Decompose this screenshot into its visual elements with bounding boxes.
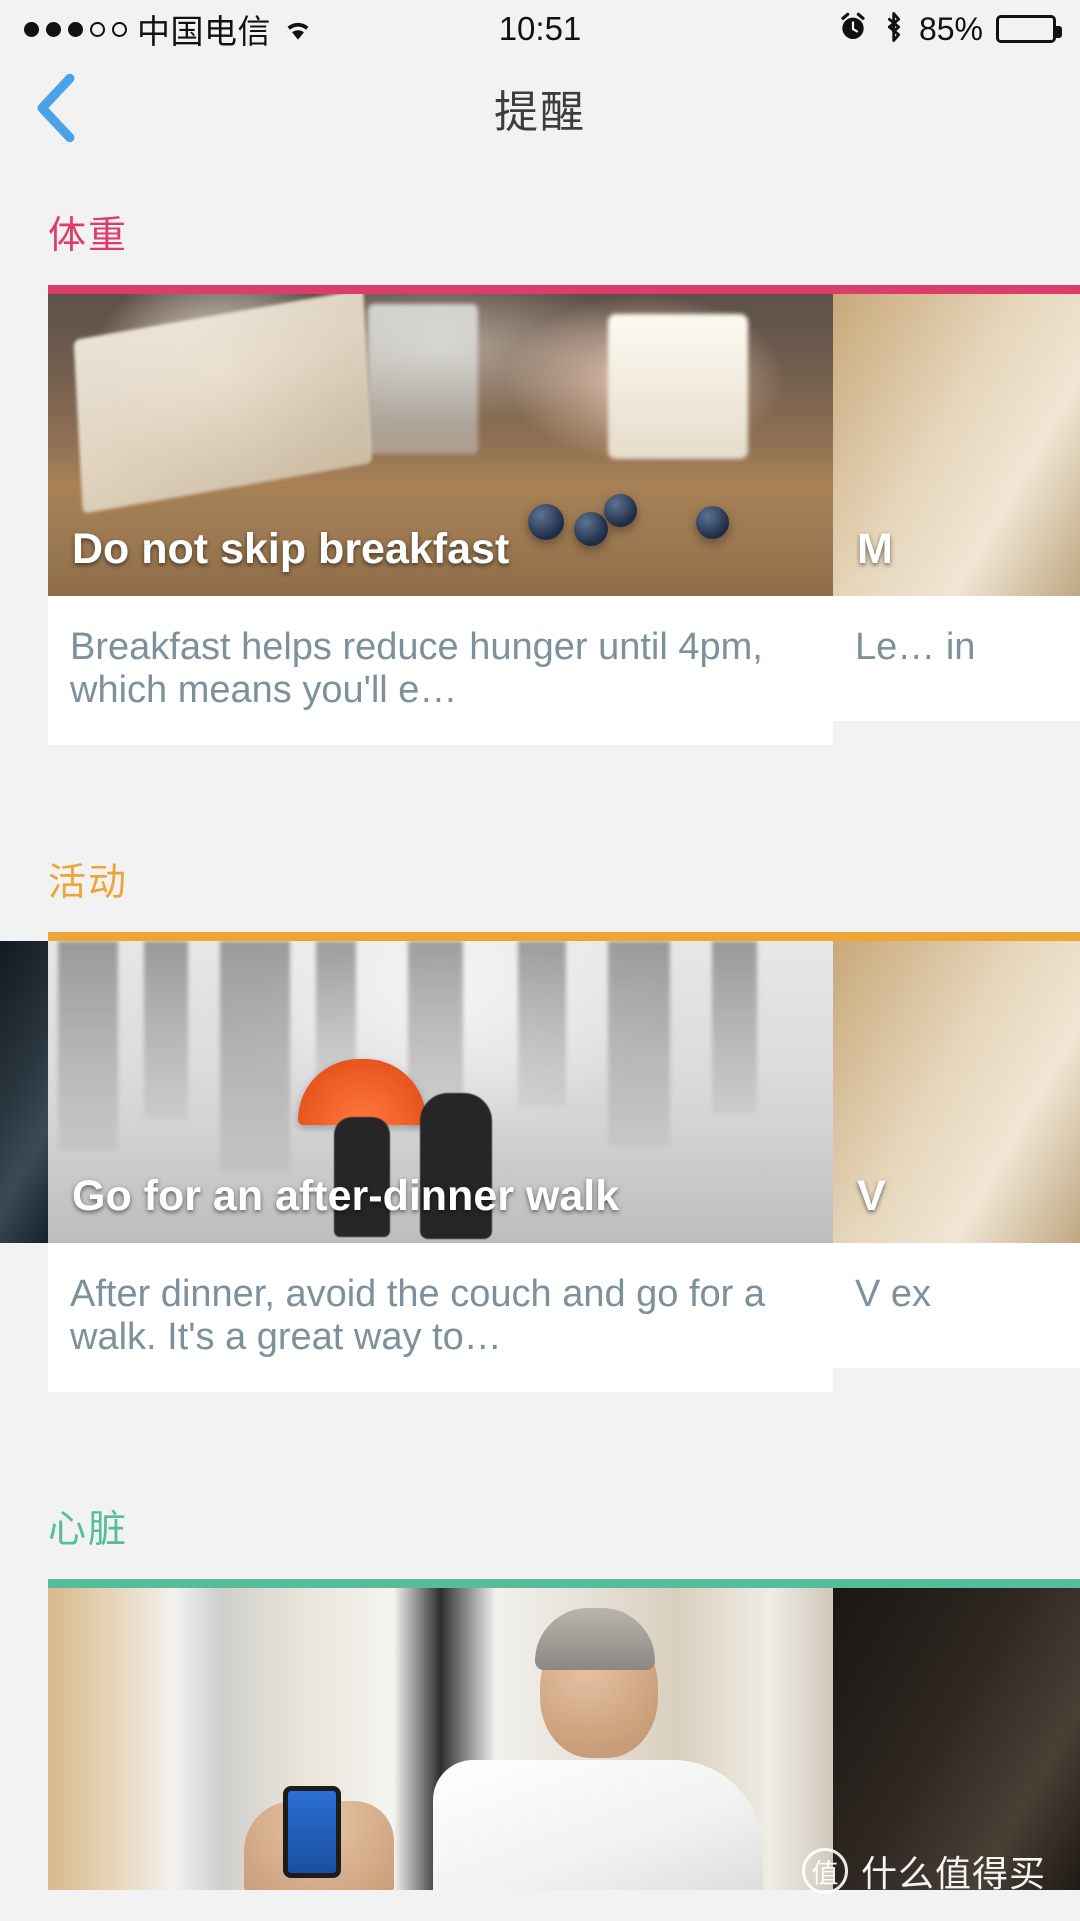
tip-card-image: [0, 941, 48, 1244]
tip-card-description: Breakfast helps reduce hunger until 4pm,…: [70, 626, 763, 711]
app-screen: 中国电信 10:51 85% 提醒 体重 Do not skip breakfa…: [0, 0, 1080, 1921]
tip-card-body: Breakfast helps reduce hunger until 4pm,…: [48, 596, 833, 745]
tip-card-title: M: [857, 525, 893, 573]
tip-card-image: Do not skip breakfast: [48, 294, 833, 596]
tip-card-peek-left[interactable]: [0, 941, 48, 1244]
section-divider-activity: [0, 932, 1080, 942]
status-bar-right: 85%: [837, 10, 1062, 49]
tip-card-peek[interactable]: V V ex: [833, 941, 1080, 1369]
tip-card-peek[interactable]: M Le… in: [833, 294, 1080, 721]
card-carousel-activity[interactable]: Go for an after-dinner walk After dinner…: [0, 941, 1080, 1393]
watermark-text: 什么值得买: [860, 1853, 1046, 1894]
page-title: 提醒: [494, 88, 586, 137]
watermark-badge-icon: 值: [801, 1848, 848, 1894]
battery-percent-label: 85%: [918, 10, 983, 47]
tip-card-image: [48, 1588, 833, 1891]
tip-card[interactable]: [48, 1588, 833, 1891]
watermark: 值 什么值得买: [801, 1845, 1046, 1897]
tip-card-description: V ex: [855, 1273, 932, 1316]
chevron-left-icon: [37, 73, 75, 143]
tip-card-description: Le… in: [855, 626, 976, 668]
navigation-bar: 提醒: [0, 58, 1080, 158]
card-carousel-weight[interactable]: Do not skip breakfast Breakfast helps re…: [0, 294, 1080, 746]
status-bar: 中国电信 10:51 85%: [0, 0, 1080, 58]
alarm-clock-icon: [837, 11, 869, 48]
tip-card-image: Go for an after-dinner walk: [48, 941, 833, 1244]
section-activity: 活动 Go for an after-dinner walk After din…: [0, 851, 1080, 1393]
tip-card-image: M: [833, 294, 1080, 596]
section-title-weight: 体重: [48, 215, 129, 257]
tip-card[interactable]: Go for an after-dinner walk After dinner…: [48, 941, 833, 1393]
section-weight: 体重 Do not skip breakfast Breakfast helps…: [0, 204, 1080, 746]
tip-card-body: Le… in: [833, 596, 1080, 721]
section-title-heart: 心脏: [48, 1509, 129, 1552]
back-button[interactable]: [18, 71, 92, 145]
bluetooth-icon: [882, 10, 906, 49]
tip-card-title: V: [857, 1172, 886, 1221]
tip-card-image: V: [833, 941, 1080, 1244]
tip-card-title: Go for an after-dinner walk: [72, 1172, 620, 1221]
tip-card-body: V ex: [833, 1243, 1080, 1368]
section-divider-weight: [0, 285, 1080, 294]
tip-card-title: Do not skip breakfast: [72, 525, 510, 573]
battery-icon: [996, 15, 1062, 43]
section-title-activity: 活动: [48, 862, 129, 905]
tip-card-description: After dinner, avoid the couch and go for…: [70, 1273, 766, 1358]
tip-card[interactable]: Do not skip breakfast Breakfast helps re…: [48, 294, 833, 746]
section-divider-heart: [0, 1579, 1080, 1589]
tip-card-body: After dinner, avoid the couch and go for…: [48, 1243, 833, 1392]
section-heart: 心脏: [0, 1498, 1080, 1891]
